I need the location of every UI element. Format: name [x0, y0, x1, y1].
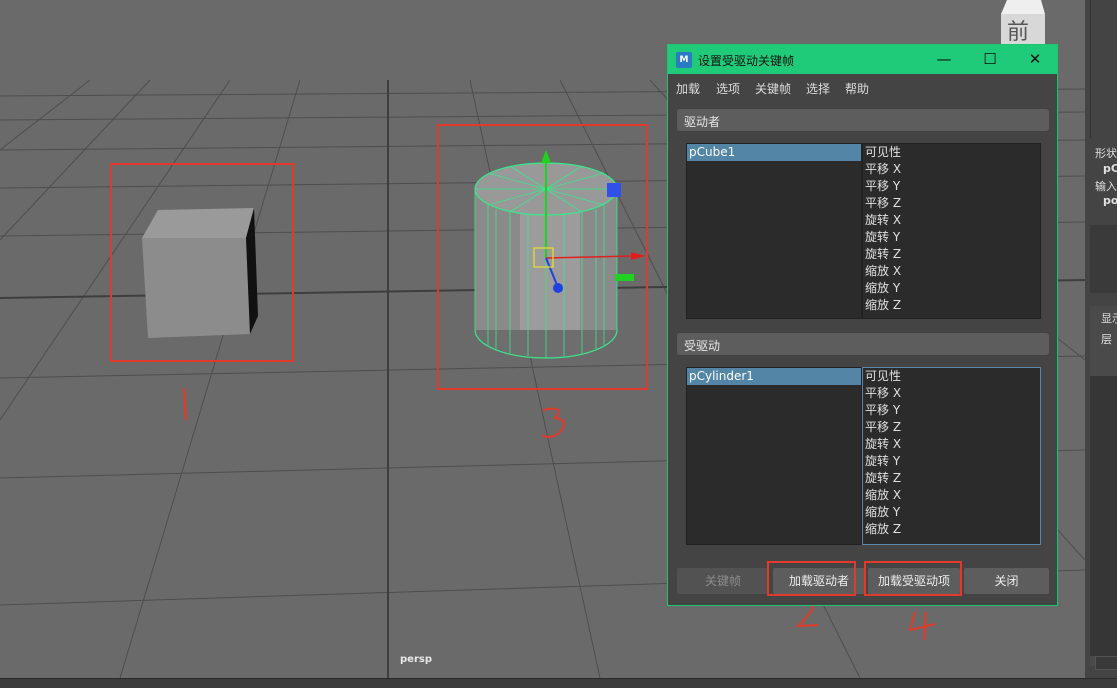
driven-attr-item[interactable]: 缩放 Z	[863, 521, 1040, 538]
driven-attr-item[interactable]: 旋转 X	[863, 436, 1040, 453]
menu-options[interactable]: 选项	[716, 80, 740, 97]
driven-attr-item[interactable]: 可见性	[863, 368, 1040, 385]
driver-attr-item[interactable]: 平移 Z	[863, 195, 1040, 212]
viewcube-front-label: 前	[1007, 20, 1030, 45]
driven-header-label: 受驱动	[684, 339, 721, 353]
panel-line-shape: 形状	[1095, 147, 1117, 160]
dialog-title: 设置受驱动关键帧	[698, 54, 795, 68]
dialog-menubar: 加载 选项 关键帧 选择 帮助	[668, 74, 1057, 100]
driver-attr-item[interactable]: 可见性	[863, 144, 1040, 161]
driver-attr-item[interactable]: 旋转 Y	[863, 229, 1040, 246]
panel-display-tab[interactable]: 显示	[1101, 310, 1117, 326]
minimize-button[interactable]: —	[921, 45, 967, 74]
menu-select[interactable]: 选择	[806, 80, 830, 97]
driven-object-list[interactable]: pCylinder1	[686, 367, 862, 545]
driven-object-item[interactable]: pCylinder1	[687, 368, 861, 385]
driven-attr-item[interactable]: 平移 Y	[863, 402, 1040, 419]
annotation-box-4	[864, 561, 962, 596]
menu-load[interactable]: 加载	[676, 80, 700, 97]
driver-object-list[interactable]: pCube1	[686, 143, 862, 319]
camera-label: persp	[400, 654, 432, 665]
annotation-box-1	[110, 163, 294, 362]
driver-section-header[interactable]: 驱动者	[677, 109, 1049, 131]
driver-attr-item[interactable]: 平移 X	[863, 161, 1040, 178]
driver-attr-item[interactable]: 平移 Y	[863, 178, 1040, 195]
driver-attr-item[interactable]: 缩放 X	[863, 263, 1040, 280]
driven-attr-item[interactable]: 缩放 X	[863, 487, 1040, 504]
close-window-button[interactable]: ✕	[1012, 45, 1058, 74]
driver-header-label: 驱动者	[684, 115, 721, 129]
panel-line-pc: pC	[1103, 162, 1117, 175]
driven-attr-item[interactable]: 旋转 Y	[863, 453, 1040, 470]
maya-icon: M	[676, 52, 692, 68]
driven-attribute-list[interactable]: 可见性 平移 X 平移 Y 平移 Z 旋转 X 旋转 Y 旋转 Z 缩放 X 缩…	[862, 367, 1041, 545]
panel-line-po: po	[1103, 194, 1117, 207]
driven-attr-item[interactable]: 缩放 Y	[863, 504, 1040, 521]
driven-attr-item[interactable]: 平移 Z	[863, 419, 1040, 436]
dialog-titlebar[interactable]: M 设置受驱动关键帧 — ☐ ✕	[668, 45, 1057, 74]
key-button[interactable]: 关键帧	[677, 568, 769, 594]
driver-attr-item[interactable]: 旋转 X	[863, 212, 1040, 229]
menu-help[interactable]: 帮助	[845, 80, 869, 97]
panel-line-input: 输入	[1095, 180, 1117, 193]
driver-object-item[interactable]: pCube1	[687, 144, 861, 161]
driver-attr-item[interactable]: 缩放 Z	[863, 297, 1040, 314]
driver-attr-item[interactable]: 旋转 Z	[863, 246, 1040, 263]
driver-attribute-list[interactable]: 可见性 平移 X 平移 Y 平移 Z 旋转 X 旋转 Y 旋转 Z 缩放 X 缩…	[862, 143, 1041, 319]
driven-attr-item[interactable]: 旋转 Z	[863, 470, 1040, 487]
maximize-button[interactable]: ☐	[967, 45, 1013, 74]
close-button[interactable]: 关闭	[964, 568, 1049, 594]
annotation-box-2	[767, 561, 856, 596]
panel-scrollbar[interactable]	[1095, 656, 1117, 670]
panel-layer-label: 层	[1101, 333, 1112, 346]
attribute-panel: 形状 pC 输入 po 显示 层	[1085, 0, 1117, 678]
annotation-box-3	[437, 124, 648, 390]
menu-key[interactable]: 关键帧	[755, 80, 791, 97]
driven-attr-item[interactable]: 平移 X	[863, 385, 1040, 402]
driven-section-header[interactable]: 受驱动	[677, 333, 1049, 355]
driver-attr-item[interactable]: 缩放 Y	[863, 280, 1040, 297]
set-driven-key-dialog: M 设置受驱动关键帧 — ☐ ✕ 加载 选项 关键帧 选择 帮助 驱动者 pCu…	[667, 44, 1058, 606]
